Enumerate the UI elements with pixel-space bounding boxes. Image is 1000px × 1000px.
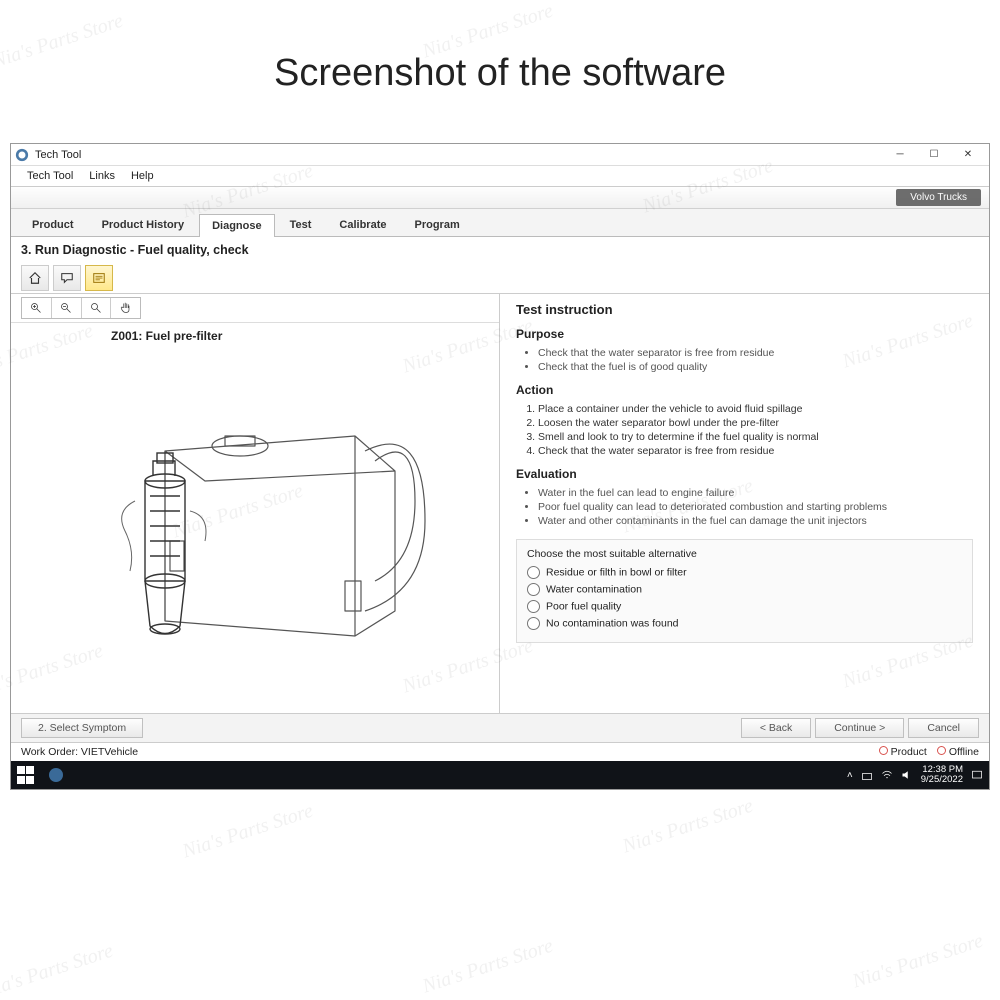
status-product: Product bbox=[879, 746, 927, 758]
app-window: Tech Tool ─ ☐ ✕ Tech Tool Links Help Vol… bbox=[10, 143, 990, 790]
purpose-list: Check that the water separator is free f… bbox=[538, 347, 973, 373]
comment-button[interactable] bbox=[53, 265, 81, 291]
evaluation-heading: Evaluation bbox=[516, 467, 973, 481]
home-button[interactable] bbox=[21, 265, 49, 291]
radio-option[interactable]: Residue or filth in bowl or filter bbox=[527, 566, 962, 579]
tray-wifi-icon[interactable] bbox=[881, 769, 893, 781]
list-item: Poor fuel quality can lead to deteriorat… bbox=[538, 501, 973, 513]
list-item: Water in the fuel can lead to engine fai… bbox=[538, 487, 973, 499]
tab-product-history[interactable]: Product History bbox=[89, 213, 198, 236]
taskbar-clock[interactable]: 12:38 PM 9/25/2022 bbox=[921, 765, 963, 786]
cancel-button[interactable]: Cancel bbox=[908, 718, 979, 738]
tabbar: Product Product History Diagnose Test Ca… bbox=[11, 209, 989, 237]
work-order: Work Order: VIETVehicle bbox=[21, 746, 138, 758]
menubar: Tech Tool Links Help bbox=[11, 166, 989, 187]
choose-box: Choose the most suitable alternative Res… bbox=[516, 539, 973, 643]
start-button[interactable] bbox=[17, 766, 35, 784]
evaluation-list: Water in the fuel can lead to engine fai… bbox=[538, 487, 973, 527]
radio-option[interactable]: Water contamination bbox=[527, 583, 962, 596]
radio-option[interactable]: Poor fuel quality bbox=[527, 600, 962, 613]
app-icon bbox=[15, 148, 29, 162]
choose-prompt: Choose the most suitable alternative bbox=[527, 548, 962, 560]
tab-calibrate[interactable]: Calibrate bbox=[326, 213, 399, 236]
statusbar: Work Order: VIETVehicle Product Offline bbox=[11, 742, 989, 761]
menu-help[interactable]: Help bbox=[123, 168, 162, 184]
tray-network-icon[interactable] bbox=[861, 769, 873, 781]
list-item: Check that the water separator is free f… bbox=[538, 445, 973, 457]
tab-test[interactable]: Test bbox=[277, 213, 325, 236]
taskbar-app-icon[interactable] bbox=[45, 764, 67, 786]
diagram-image bbox=[11, 349, 499, 713]
list-item: Loosen the water separator bowl under th… bbox=[538, 417, 973, 429]
action-list: Place a container under the vehicle to a… bbox=[538, 403, 973, 457]
right-pane: Test instruction Purpose Check that the … bbox=[500, 294, 989, 713]
list-item: Place a container under the vehicle to a… bbox=[538, 403, 973, 415]
taskbar: ˄ 12:38 PM 9/25/2022 bbox=[11, 761, 989, 789]
tab-program[interactable]: Program bbox=[401, 213, 472, 236]
menu-techtool[interactable]: Tech Tool bbox=[19, 168, 81, 184]
minimize-button[interactable]: ─ bbox=[883, 144, 917, 166]
checklist-button[interactable] bbox=[85, 265, 113, 291]
tray-notifications-icon[interactable] bbox=[971, 769, 983, 781]
list-item: Check that the fuel is of good quality bbox=[538, 361, 973, 373]
zoom-toolbar bbox=[11, 294, 499, 323]
menu-links[interactable]: Links bbox=[81, 168, 123, 184]
toolbar bbox=[11, 263, 989, 293]
tab-product[interactable]: Product bbox=[19, 213, 87, 236]
zoom-in-button[interactable] bbox=[22, 298, 52, 318]
tray-chevron-icon[interactable]: ˄ bbox=[847, 770, 853, 781]
zoom-out-button[interactable] bbox=[82, 298, 112, 318]
brand-button[interactable]: Volvo Trucks bbox=[896, 189, 981, 206]
breadcrumb-button[interactable]: 2. Select Symptom bbox=[21, 718, 143, 738]
status-offline: Offline bbox=[937, 746, 979, 758]
action-heading: Action bbox=[516, 383, 973, 397]
close-button[interactable]: ✕ bbox=[951, 144, 985, 166]
bottom-nav: 2. Select Symptom < Back Continue > Canc… bbox=[11, 713, 989, 742]
list-item: Smell and look to try to determine if th… bbox=[538, 431, 973, 443]
pan-button[interactable] bbox=[111, 298, 140, 318]
brand-strip: Volvo Trucks bbox=[11, 187, 989, 209]
list-item: Water and other contaminants in the fuel… bbox=[538, 515, 973, 527]
radio-option[interactable]: No contamination was found bbox=[527, 617, 962, 630]
purpose-heading: Purpose bbox=[516, 327, 973, 341]
outer-title: Screenshot of the software bbox=[0, 0, 1000, 143]
tab-diagnose[interactable]: Diagnose bbox=[199, 214, 275, 237]
list-item: Check that the water separator is free f… bbox=[538, 347, 973, 359]
instruction-heading: Test instruction bbox=[516, 302, 973, 317]
page-title: 3. Run Diagnostic - Fuel quality, check bbox=[11, 237, 989, 263]
window-title: Tech Tool bbox=[35, 149, 81, 161]
continue-button[interactable]: Continue > bbox=[815, 718, 904, 738]
titlebar: Tech Tool ─ ☐ ✕ bbox=[11, 144, 989, 166]
diagram-title: Z001: Fuel pre-filter bbox=[11, 323, 499, 349]
back-button[interactable]: < Back bbox=[741, 718, 811, 738]
zoom-fit-button[interactable] bbox=[52, 298, 82, 318]
maximize-button[interactable]: ☐ bbox=[917, 144, 951, 166]
tray-volume-icon[interactable] bbox=[901, 769, 913, 781]
left-pane: Z001: Fuel pre-filter bbox=[11, 294, 500, 713]
